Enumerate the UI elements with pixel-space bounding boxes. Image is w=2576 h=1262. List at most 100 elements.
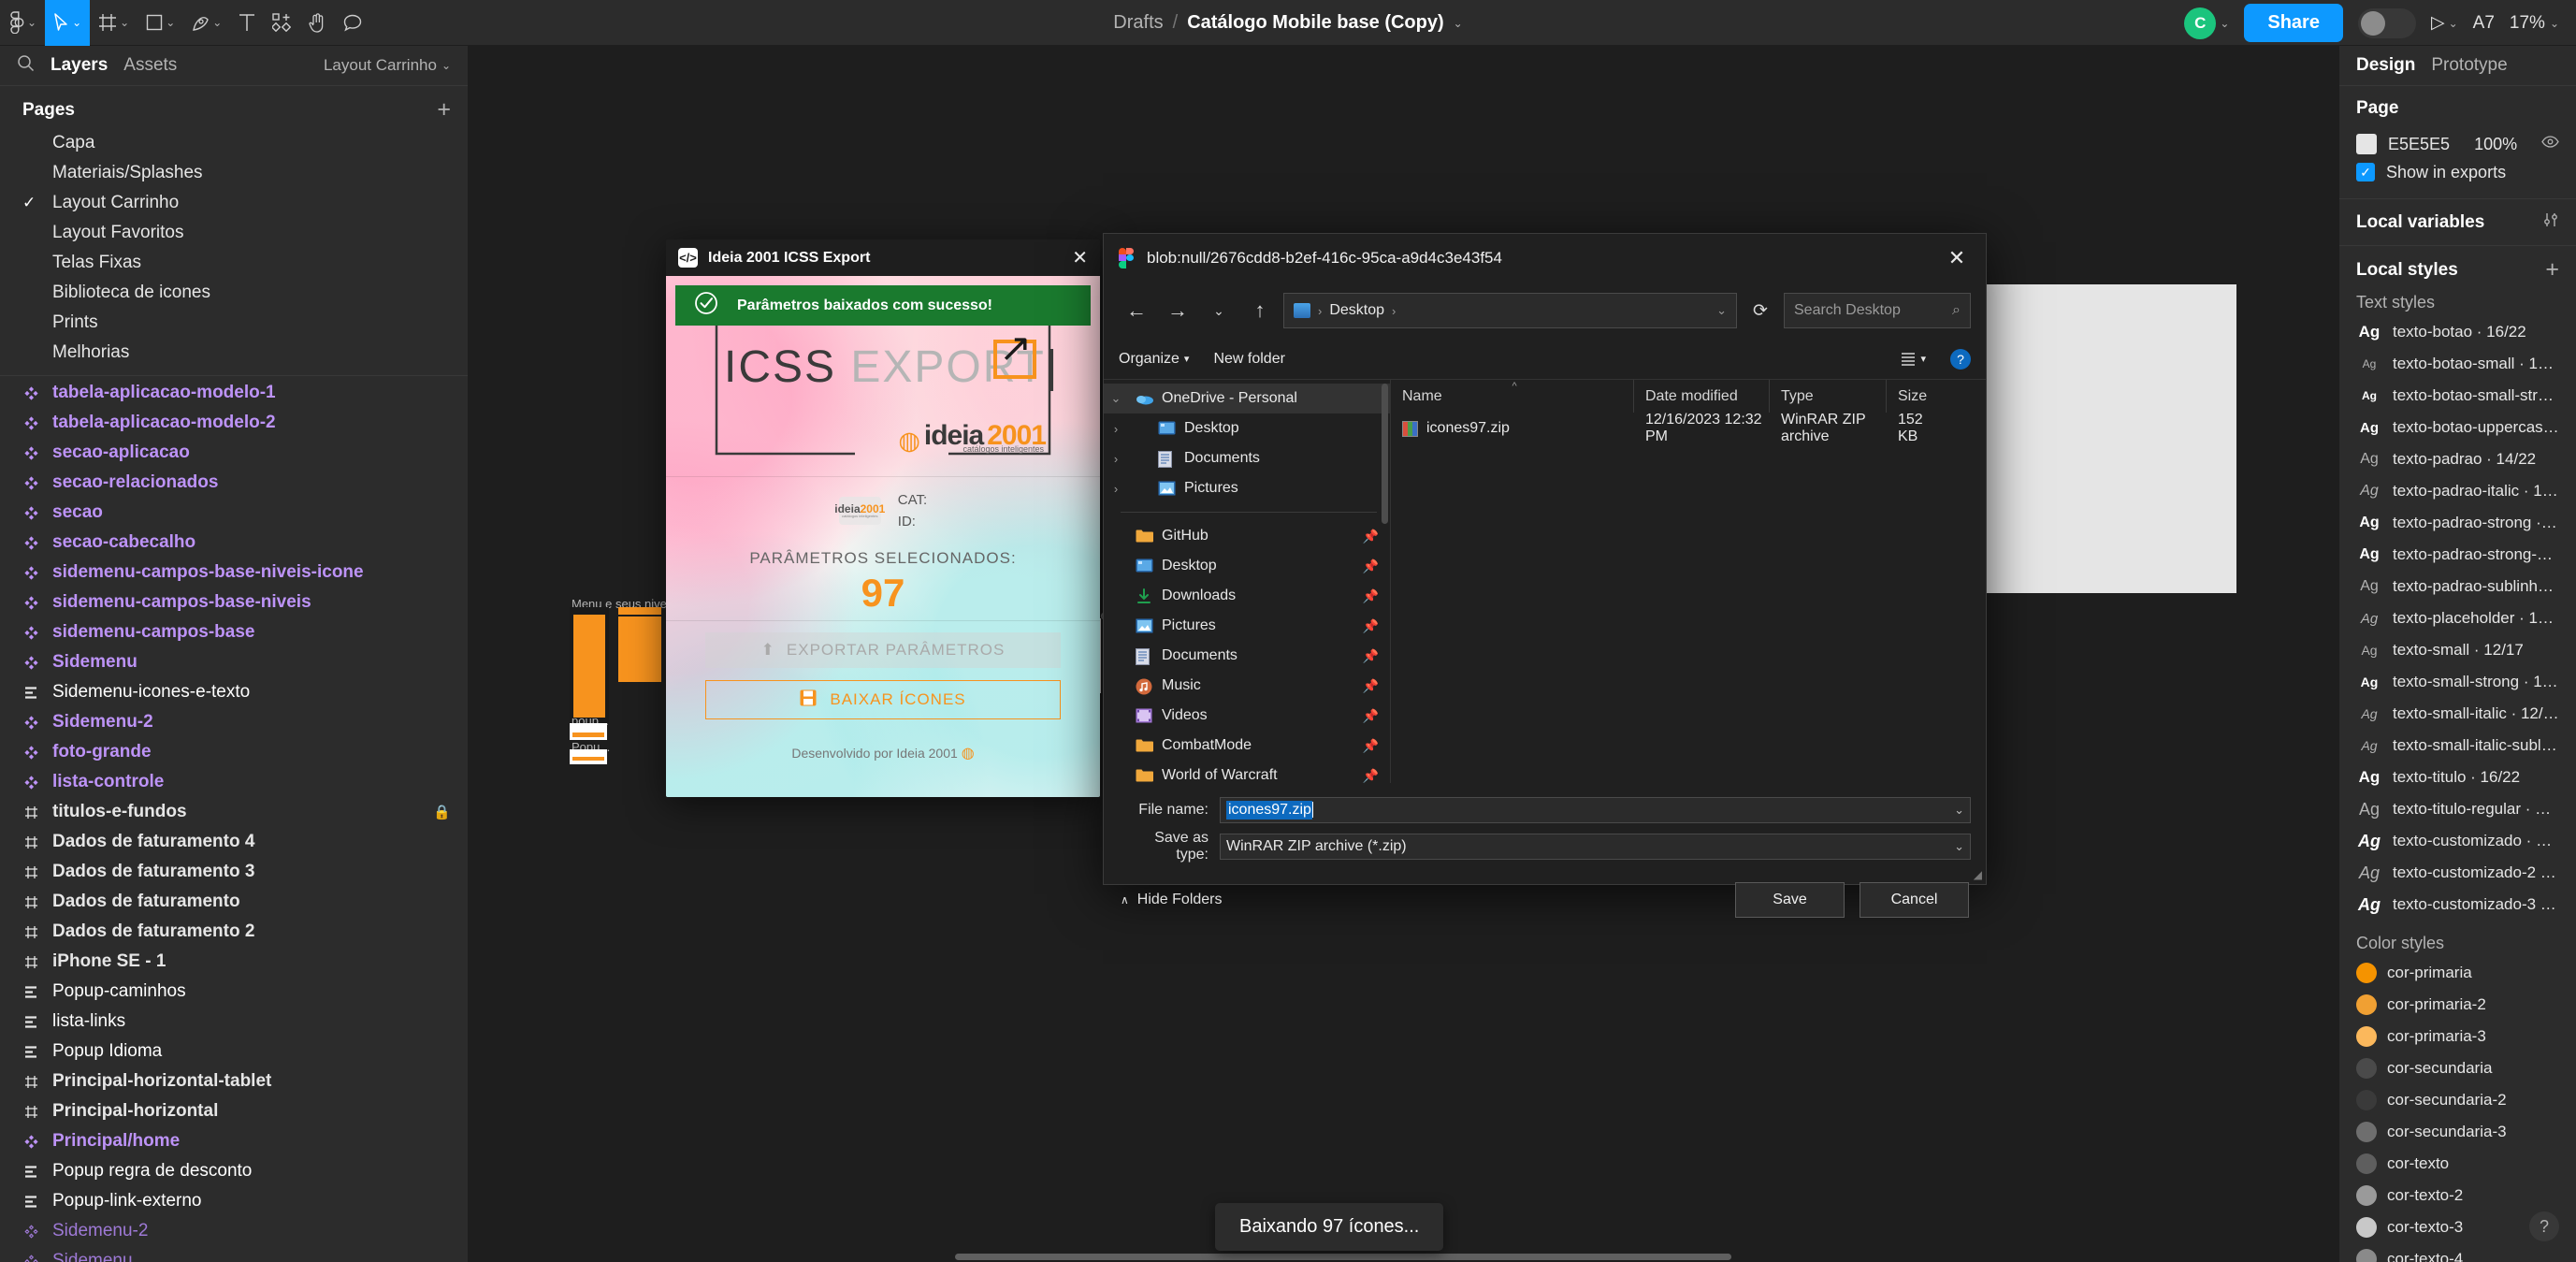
- pin-icon[interactable]: 📌: [1363, 618, 1379, 634]
- help-icon[interactable]: ?: [1950, 348, 1971, 370]
- help-icon[interactable]: ?: [2529, 1211, 2559, 1241]
- show-in-exports-checkbox[interactable]: ✓: [2356, 163, 2375, 181]
- layer-item[interactable]: Dados de faturamento 3: [0, 857, 468, 887]
- layer-item[interactable]: Dados de faturamento: [0, 887, 468, 917]
- export-parameters-button[interactable]: ⬆ EXPORTAR PARÂMETROS: [705, 632, 1061, 668]
- layer-item[interactable]: sidemenu-campos-base-niveis: [0, 587, 468, 617]
- column-header-name[interactable]: ^ Name: [1391, 380, 1634, 413]
- search-input[interactable]: Search Desktop ⌕: [1784, 293, 1971, 328]
- text-style-item[interactable]: Ag texto-placeholder · 13/18: [2339, 602, 2576, 634]
- chevron-down-icon[interactable]: ⌄: [166, 17, 175, 28]
- page-background-row[interactable]: E5E5E5 100%: [2356, 130, 2559, 158]
- layer-item[interactable]: Sidemenu-2: [0, 707, 468, 737]
- page-item[interactable]: Telas Fixas: [0, 248, 468, 278]
- view-list-icon[interactable]: ▾: [1901, 352, 1926, 367]
- layer-item[interactable]: sidemenu-campos-base-niveis-icone: [0, 558, 468, 587]
- file-row[interactable]: icones97.zip 12/16/2023 12:32 PM WinRAR ZI…: [1391, 412, 1986, 444]
- page-item[interactable]: Capa: [0, 128, 468, 158]
- color-style-item[interactable]: cor-secundaria-3: [2339, 1116, 2576, 1148]
- layer-item[interactable]: titulos-e-fundos 🔒: [0, 797, 468, 827]
- chevron-down-icon[interactable]: ⌄: [1104, 391, 1128, 406]
- text-style-item[interactable]: Ag texto-padrao-italic · 14/19: [2339, 475, 2576, 507]
- page-selector[interactable]: Layout Carrinho ⌄: [324, 56, 451, 75]
- layer-item[interactable]: lista-controle: [0, 767, 468, 797]
- text-styles-list[interactable]: Ag texto-botao · 16/22 Ag texto-botao-small…: [2339, 316, 2576, 921]
- share-button[interactable]: Share: [2244, 4, 2343, 42]
- tree-item[interactable]: › Documents: [1104, 443, 1390, 473]
- tree-item[interactable]: ⌄ OneDrive - Personal: [1104, 384, 1390, 413]
- tab-layers[interactable]: Layers: [51, 55, 108, 76]
- chevron-down-icon[interactable]: ⌄: [212, 17, 222, 28]
- tree-item[interactable]: › Pictures: [1104, 473, 1390, 503]
- layer-item[interactable]: Dados de faturamento 4: [0, 827, 468, 857]
- present-chevron-down-icon[interactable]: ⌄: [2449, 18, 2458, 29]
- color-style-item[interactable]: cor-secundaria: [2339, 1052, 2576, 1084]
- layer-item[interactable]: Sidemenu-icones-e-texto: [0, 677, 468, 707]
- layer-item[interactable]: Dados de faturamento 2: [0, 917, 468, 947]
- layer-item[interactable]: sidemenu-campos-base: [0, 617, 468, 647]
- chevron-right-icon[interactable]: ›: [1104, 422, 1128, 436]
- layer-item[interactable]: Principal-horizontal: [0, 1096, 468, 1126]
- figma-logo-icon[interactable]: ⌄: [0, 0, 45, 46]
- layer-item[interactable]: Principal-horizontal-tablet: [0, 1066, 468, 1096]
- layers-list[interactable]: tabela-aplicacao-modelo-1 tabela-aplicaca…: [0, 376, 468, 1262]
- chevron-right-icon[interactable]: ›: [1104, 482, 1128, 496]
- layer-item[interactable]: Popup-caminhos: [0, 977, 468, 1007]
- recent-chevron-down-icon[interactable]: ⌄: [1201, 293, 1237, 328]
- text-style-item[interactable]: Ag texto-customizado · 30/37: [2339, 825, 2576, 857]
- text-style-item[interactable]: Ag texto-customizado-3 · 30/37: [2339, 889, 2576, 921]
- frame-tool-icon[interactable]: ⌄: [90, 0, 137, 46]
- canvas-horizontal-scrollbar[interactable]: [955, 1254, 1731, 1260]
- text-style-item[interactable]: Ag texto-botao-uppercase · 14/19: [2339, 412, 2576, 443]
- chevron-down-icon[interactable]: ⌄: [72, 17, 81, 28]
- tab-design[interactable]: Design: [2356, 55, 2415, 76]
- pin-icon[interactable]: 📌: [1363, 768, 1379, 784]
- save-as-type-select[interactable]: WinRAR ZIP archive (*.zip) ⌄: [1220, 833, 1971, 860]
- tree-item[interactable]: Downloads 📌: [1104, 581, 1390, 611]
- play-present-icon[interactable]: ▷: [2431, 12, 2445, 34]
- page-item[interactable]: Layout Favoritos: [0, 218, 468, 248]
- eye-icon[interactable]: [2541, 136, 2559, 152]
- layer-item[interactable]: lista-links: [0, 1007, 468, 1037]
- tree-item[interactable]: Videos 📌: [1104, 701, 1390, 731]
- chevron-right-icon[interactable]: ›: [1104, 452, 1128, 466]
- color-style-item[interactable]: cor-secundaria-2: [2339, 1084, 2576, 1116]
- layer-item[interactable]: Popup-link-externo: [0, 1186, 468, 1216]
- text-style-item[interactable]: Ag texto-titulo · 16/22: [2339, 762, 2576, 793]
- color-style-item[interactable]: cor-texto: [2339, 1148, 2576, 1180]
- zoom-control[interactable]: 17% ⌄: [2510, 13, 2559, 34]
- arrow-up-icon[interactable]: ↑: [1242, 293, 1278, 328]
- color-swatch[interactable]: [2356, 134, 2377, 154]
- chevron-down-icon[interactable]: ⌄: [27, 17, 36, 28]
- pin-icon[interactable]: 📌: [1363, 678, 1379, 694]
- layer-item[interactable]: Sidemenu: [0, 647, 468, 677]
- pen-tool-icon[interactable]: ⌄: [183, 0, 230, 46]
- text-style-item[interactable]: Ag texto-padrao-sublinhado · 14/19: [2339, 571, 2576, 602]
- color-style-item[interactable]: cor-texto-2: [2339, 1180, 2576, 1211]
- tab-prototype[interactable]: Prototype: [2431, 55, 2507, 76]
- layer-item[interactable]: secao-relacionados: [0, 468, 468, 498]
- layer-item[interactable]: Principal/home: [0, 1126, 468, 1156]
- pin-icon[interactable]: 📌: [1363, 558, 1379, 574]
- tree-item[interactable]: Desktop 📌: [1104, 551, 1390, 581]
- tree-scrollbar[interactable]: [1382, 384, 1388, 524]
- text-style-item[interactable]: Ag texto-padrao-strong · 14/19: [2339, 507, 2576, 539]
- page-item[interactable]: Prints: [0, 308, 468, 338]
- chevron-down-icon[interactable]: ⌄: [120, 17, 129, 28]
- text-style-item[interactable]: Ag texto-small-italic-sublinh... · 12/17: [2339, 730, 2576, 762]
- text-style-item[interactable]: Ag texto-padrao · 14/22: [2339, 443, 2576, 475]
- page-item[interactable]: Melhorias: [0, 338, 468, 368]
- layer-item[interactable]: Popup regra de desconto: [0, 1156, 468, 1186]
- text-style-item[interactable]: Ag texto-titulo-regular · 16/22: [2339, 793, 2576, 825]
- color-style-item[interactable]: cor-texto-4: [2339, 1243, 2576, 1262]
- text-style-item[interactable]: Ag texto-botao-small · 10/15: [2339, 348, 2576, 380]
- refresh-icon[interactable]: ⟳: [1743, 293, 1778, 328]
- color-style-item[interactable]: cor-primaria-2: [2339, 989, 2576, 1021]
- layer-item[interactable]: secao-aplicacao: [0, 438, 468, 468]
- breadcrumb-drafts[interactable]: Drafts: [1113, 12, 1163, 34]
- layer-item[interactable]: tabela-aplicacao-modelo-1: [0, 378, 468, 408]
- text-tool-icon[interactable]: [230, 0, 264, 46]
- close-icon[interactable]: ✕: [1072, 249, 1088, 268]
- text-style-item[interactable]: Ag texto-small-strong · 12/17: [2339, 666, 2576, 698]
- pin-icon[interactable]: 📌: [1363, 529, 1379, 544]
